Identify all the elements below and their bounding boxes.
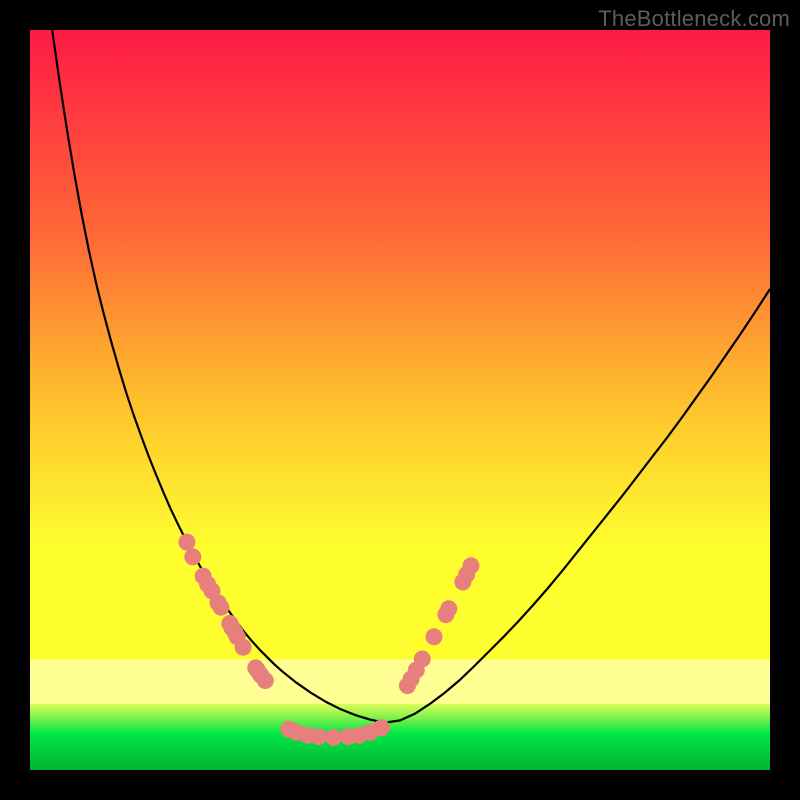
sample-dot <box>325 729 342 746</box>
sample-dot <box>310 728 327 745</box>
gradient-background <box>30 30 770 770</box>
sample-dot <box>373 719 390 736</box>
plot-area <box>30 30 770 770</box>
chart-svg <box>30 30 770 770</box>
chart-frame: TheBottleneck.com <box>0 0 800 800</box>
sample-dot <box>440 600 457 617</box>
sample-dot <box>235 639 252 656</box>
sample-dot <box>178 534 195 551</box>
sample-dot <box>212 599 229 616</box>
sample-dot <box>463 557 480 574</box>
sample-dot <box>414 651 431 668</box>
sample-dot <box>257 672 274 689</box>
sample-dot <box>184 548 201 565</box>
watermark-text: TheBottleneck.com <box>598 6 790 32</box>
sample-dot <box>426 628 443 645</box>
